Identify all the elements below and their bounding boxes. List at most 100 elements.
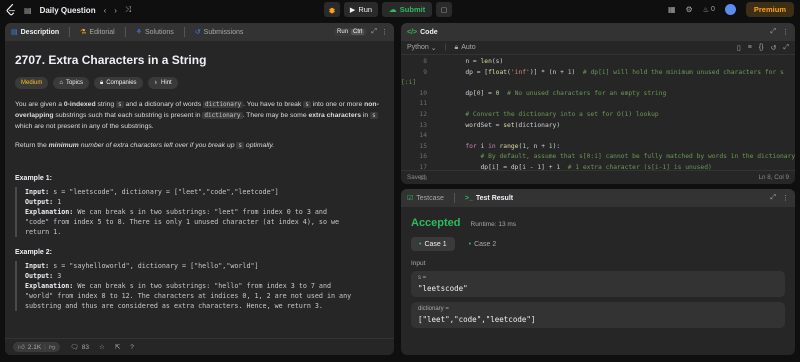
tab-editorial[interactable]: ⚗ Editorial: [80, 28, 115, 37]
like-count: 2.1K: [27, 343, 42, 351]
line-number: 8: [423, 58, 427, 65]
premium-button[interactable]: Premium: [745, 2, 794, 17]
code-line: 14: [401, 131, 795, 142]
test-result-panel: ☑ Testcase >_ Test Result ⤢ ⋮ Accepted R…: [401, 189, 795, 355]
case-2-tab[interactable]: • Case 2: [461, 237, 505, 251]
stmt-text: into one or more: [310, 101, 365, 108]
checkbox-icon: ☑: [407, 195, 414, 202]
prev-problem-icon[interactable]: ‹: [104, 6, 107, 15]
code-toolbar: Python ⌄ | 🔒︎ Auto ▯ ≡ {} ↺ ⤢: [401, 41, 795, 55]
document-icon: ▤: [11, 29, 18, 36]
tab-testcase-label: Testcase: [416, 194, 444, 202]
comment-icon: 🗨︎: [70, 344, 79, 351]
example-input-key: Input:: [25, 188, 50, 196]
language-label: Python: [407, 44, 429, 51]
code-brackets-icon: </>: [407, 28, 418, 36]
code-line: 13 wordSet = set(dictionary): [401, 121, 795, 132]
run-button[interactable]: ▶ Run: [344, 2, 378, 17]
panel-menu-icon[interactable]: ⋮: [381, 28, 388, 36]
layout-icon[interactable]: ▦: [668, 5, 676, 14]
description-tabs: ▤ Description ⚗ Editorial ⚘ Solutions ↺ …: [5, 23, 394, 41]
submit-label: Submit: [399, 5, 426, 14]
stmt-italic: optimally.: [244, 142, 275, 149]
problem-description: 2707. Extra Characters in a String Mediu…: [5, 41, 394, 317]
hint-chip[interactable]: ♁ Hint: [147, 77, 178, 89]
auto-save-toggle[interactable]: 🔒︎ Auto: [455, 44, 476, 52]
stmt-text: Return the: [15, 142, 49, 149]
help-icon[interactable]: ?: [130, 344, 134, 351]
problem-list-icon[interactable]: ▤: [24, 6, 32, 15]
line-number: 12: [419, 110, 427, 118]
code-header: </> Code ⤢ ⋮: [401, 23, 795, 41]
stmt-text: . You have to break: [243, 101, 304, 108]
companies-label: Companies: [106, 80, 137, 86]
leetcode-logo-icon[interactable]: [6, 4, 16, 16]
format-code-icon[interactable]: ≡: [748, 44, 752, 52]
like-button[interactable]: 👍︎ 2.1K | 👎︎: [13, 342, 61, 352]
example-1: Example 1: Input: s = "leetscode", dicti…: [15, 175, 384, 237]
line-number: 9: [423, 68, 427, 76]
panel-menu-icon[interactable]: ⋮: [782, 28, 789, 36]
divider: [183, 27, 185, 37]
flask-icon: ⚗: [80, 29, 87, 36]
tab-test-result[interactable]: >_ Test Result: [465, 195, 513, 202]
stmt-text: which are not present in any of the subs…: [15, 123, 154, 130]
example-block: Input: s = "sayhelloworld", dictionary =…: [15, 261, 384, 311]
example-2: Example 2: Input: s = "sayhelloworld", d…: [15, 249, 384, 311]
line-number: 10: [419, 89, 427, 97]
thumbs-down-icon[interactable]: 👎︎: [49, 343, 56, 351]
stmt-bold: 0-indexed: [63, 101, 96, 108]
settings-gear-icon[interactable]: ⚙: [686, 5, 693, 14]
streak-counter[interactable]: ♨ 0: [703, 6, 715, 14]
tab-submissions[interactable]: ↺ Submissions: [195, 28, 244, 37]
bookmark-icon[interactable]: ▯: [737, 44, 741, 52]
debug-button[interactable]: [324, 2, 340, 17]
bookmark-icon[interactable]: ☆: [99, 343, 105, 351]
next-problem-icon[interactable]: ›: [114, 6, 117, 15]
code-tab[interactable]: </> Code: [407, 29, 438, 36]
fullscreen-icon[interactable]: ⤢: [783, 44, 789, 52]
submit-button[interactable]: ☁ Submit: [382, 2, 432, 17]
param-s: s = "leetscode": [411, 271, 785, 297]
tab-testcase[interactable]: ☑ Testcase: [407, 194, 444, 203]
line-number: 15: [419, 142, 427, 150]
example-output-key: Output:: [25, 272, 54, 280]
bug-icon: [328, 7, 336, 13]
notes-button[interactable]: ▢: [436, 2, 452, 17]
example-title: Example 1:: [15, 175, 52, 182]
example-input-key: Input:: [25, 262, 50, 270]
example-output-value: 1: [53, 198, 62, 206]
avatar[interactable]: [724, 4, 736, 15]
case-1-label: Case 1: [424, 240, 447, 248]
stmt-code: dictionary: [203, 101, 244, 108]
language-select[interactable]: Python ⌄: [407, 44, 437, 52]
example-input-value: s = "sayhelloworld", dictionary = ["hell…: [49, 262, 259, 270]
reset-icon[interactable]: ↺: [771, 44, 777, 52]
comments-button[interactable]: 🗨︎ 83: [70, 343, 89, 352]
code-line: 12 # Convert the dictionary into a set f…: [401, 110, 795, 121]
code-panel: </> Code ⤢ ⋮ Python ⌄ | 🔒︎ Auto ▯ ≡ {} ↺…: [401, 23, 795, 184]
tab-description[interactable]: ▤ Description: [11, 28, 59, 37]
param-dictionary: dictionary = ["leet","code","leetcode"]: [411, 302, 785, 328]
braces-icon[interactable]: {}: [759, 44, 764, 52]
play-icon: ▶: [349, 6, 356, 14]
share-icon[interactable]: ⇱: [115, 343, 120, 351]
case-1-tab[interactable]: • Case 1: [411, 237, 455, 251]
runtime-text: Runtime: 13 ms: [470, 221, 517, 228]
expand-panel-icon[interactable]: ⤢: [770, 194, 776, 202]
tab-solutions[interactable]: ⚘ Solutions: [135, 28, 174, 37]
companies-chip[interactable]: 🔒︎ Companies: [93, 77, 143, 89]
description-footer: 👍︎ 2.1K | 👎︎ 🗨︎ 83 ☆ ⇱ ?: [5, 338, 394, 355]
example-output-value: 3: [53, 272, 62, 280]
panel-menu-icon[interactable]: ⋮: [782, 194, 789, 202]
expand-panel-icon[interactable]: ⤢: [770, 28, 776, 36]
shuffle-icon[interactable]: ⤨: [125, 5, 131, 15]
page-title[interactable]: Daily Question: [40, 6, 96, 15]
input-label: Input: [411, 260, 426, 267]
topics-chip[interactable]: ⌂ Topics: [53, 77, 89, 89]
comment-count: 83: [81, 343, 89, 351]
example-explanation: return 1.: [25, 228, 62, 236]
expand-panel-icon[interactable]: ⤢: [371, 28, 377, 36]
code-editor[interactable]: 8 n = len(s) 9 dp = [float('inf')] * (n …: [401, 55, 795, 184]
solutions-icon: ⚘: [135, 29, 142, 36]
